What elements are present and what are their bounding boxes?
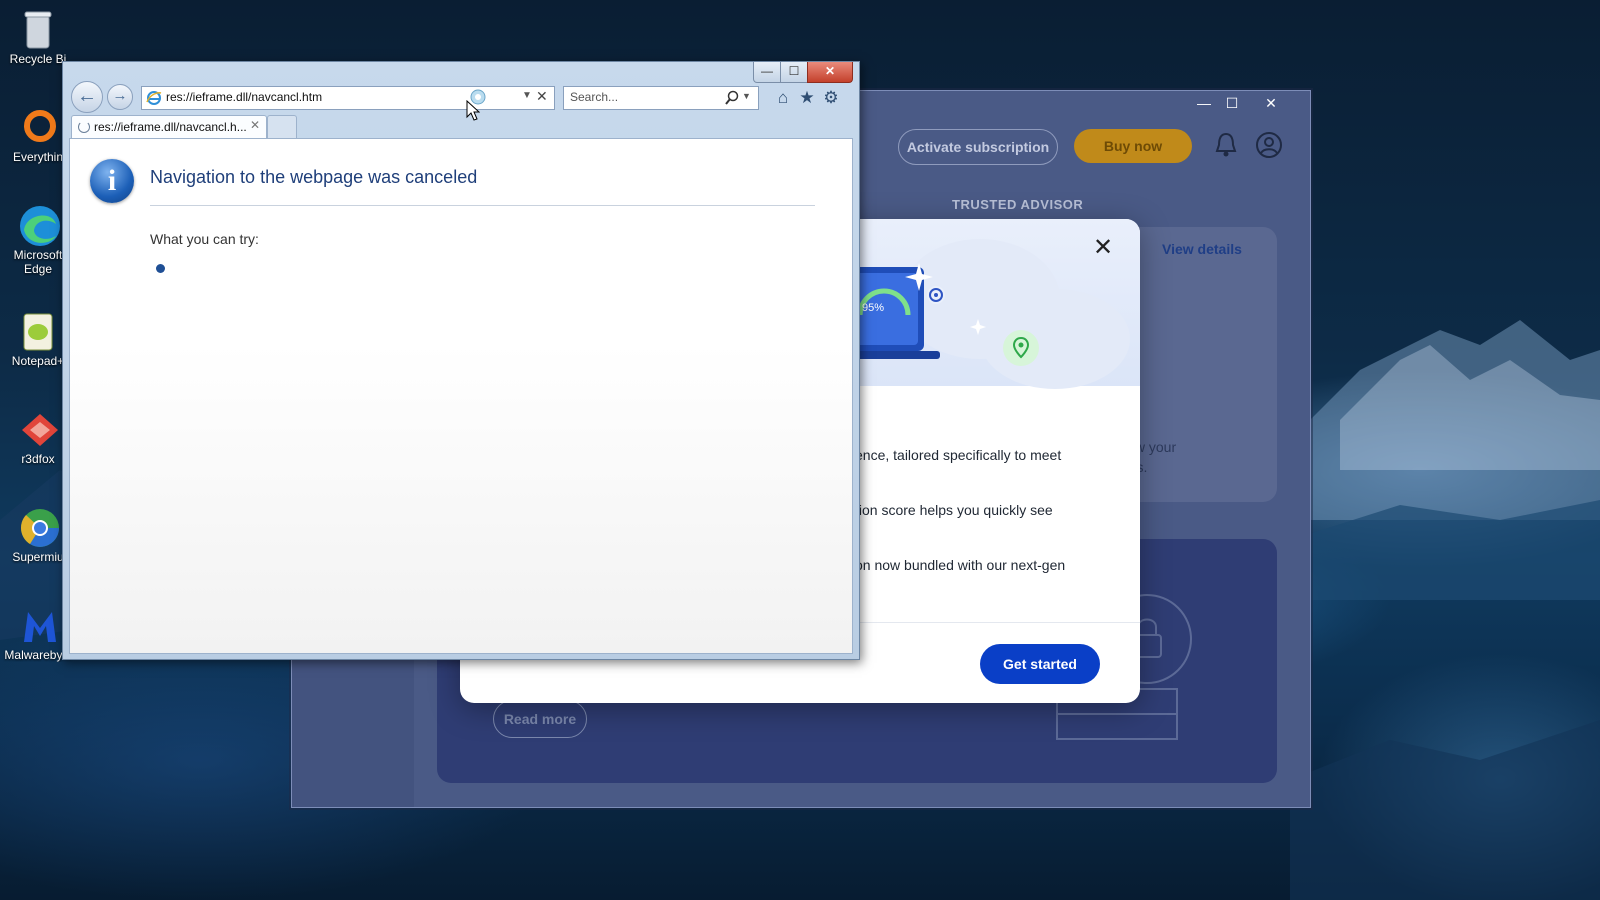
desktop-icon-recycle-bin[interactable]: Recycle Bi — [2, 8, 74, 66]
bell-icon[interactable] — [1213, 131, 1239, 159]
recycle-bin-icon — [18, 8, 58, 49]
mouse-cursor-icon — [466, 100, 480, 121]
app-maximize-button[interactable]: ☐ — [1219, 93, 1245, 113]
trusted-advisor-heading: TRUSTED ADVISOR — [952, 197, 1084, 212]
everything-search-icon — [18, 106, 58, 146]
modal-text-line: tion score helps you quickly see — [855, 502, 1053, 518]
page-content: i Navigation to the webpage was canceled… — [69, 138, 853, 654]
search-dropdown-icon[interactable]: ▼ — [742, 91, 751, 101]
ie-minimize-button[interactable]: — — [753, 62, 781, 83]
ie-logo-icon — [146, 91, 162, 105]
sparkle-icon — [970, 319, 986, 335]
suggestions-heading: What you can try: — [150, 231, 259, 247]
browser-tab[interactable]: res://ieframe.dll/navcancl.h... ✕ — [71, 115, 267, 138]
info-icon: i — [90, 159, 134, 203]
forward-button[interactable]: → — [107, 84, 133, 110]
search-icon[interactable] — [724, 90, 740, 106]
search-box[interactable]: Search... ▼ — [563, 86, 759, 110]
tab-loading-icon — [78, 121, 90, 133]
r3dfox-icon — [18, 408, 58, 448]
stop-icon[interactable]: ✕ — [536, 88, 548, 105]
account-icon[interactable] — [1255, 131, 1283, 159]
modal-text-line: ence, tailored specifically to meet — [855, 447, 1062, 463]
suggestion-bullet — [156, 264, 165, 273]
tab-title: res://ieframe.dll/navcancl.h... — [94, 120, 247, 134]
ie-close-button[interactable]: ✕ — [807, 62, 853, 83]
search-placeholder: Search... — [570, 90, 619, 104]
gauge-percent: 95% — [862, 302, 884, 314]
page-title: Navigation to the webpage was canceled — [150, 167, 478, 187]
ie-maximize-button[interactable]: ☐ — [780, 62, 808, 83]
title-divider — [150, 205, 815, 206]
modal-close-button[interactable]: ✕ — [1091, 236, 1115, 260]
arrow-right-icon: → — [112, 87, 128, 104]
new-tab-button[interactable] — [267, 115, 297, 138]
malwarebytes-icon — [18, 604, 58, 644]
address-bar[interactable]: res://ieframe.dll/navcancl.htm ▼ ✕ — [141, 86, 555, 110]
supermium-icon — [18, 506, 59, 547]
read-more-button[interactable]: Read more — [493, 700, 587, 738]
app-minimize-button[interactable]: — — [1191, 93, 1217, 113]
address-dropdown-icon[interactable]: ▼ — [522, 90, 532, 101]
app-close-button[interactable]: ✕ — [1258, 93, 1284, 113]
modal-text-line: on now bundled with our next-gen — [855, 557, 1066, 573]
gear-icon[interactable]: ⚙ — [821, 88, 841, 108]
fingerprint-icon — [927, 286, 945, 304]
edge-icon — [18, 204, 60, 246]
address-url: res://ieframe.dll/navcancl.htm — [166, 90, 323, 104]
notepad-plus-plus-icon — [18, 310, 58, 351]
ie-browser-window: — ☐ ✕ ← → res://ieframe.dll/navcancl.htm… — [62, 61, 860, 660]
arrow-left-icon: ← — [77, 85, 97, 107]
view-details-link[interactable]: View details — [1162, 241, 1242, 257]
home-icon[interactable]: ⌂ — [773, 88, 793, 108]
back-button[interactable]: ← — [71, 81, 103, 113]
buy-now-button[interactable]: Buy now — [1074, 129, 1192, 163]
activate-subscription-button[interactable]: Activate subscription — [898, 129, 1058, 165]
location-pin-icon — [1003, 330, 1039, 366]
get-started-button[interactable]: Get started — [980, 644, 1100, 684]
tab-close-icon[interactable]: ✕ — [250, 118, 260, 132]
favorites-star-icon[interactable]: ★ — [797, 88, 817, 108]
desktop: Recycle Bi Everythin Microsoft Edge Note… — [0, 0, 1600, 900]
